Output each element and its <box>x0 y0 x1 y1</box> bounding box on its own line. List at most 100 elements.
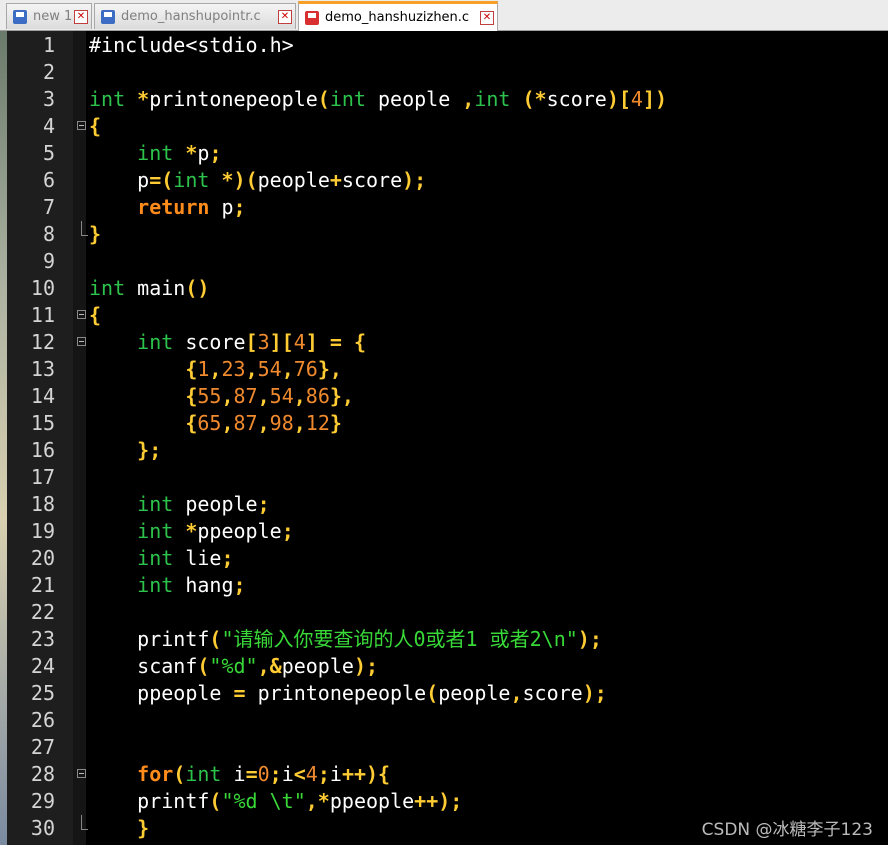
code-token: } <box>89 222 102 246</box>
code-line[interactable]: 14 {55,87,54,86}, <box>7 383 888 410</box>
code-line[interactable]: 18 int people; <box>7 491 888 518</box>
code-token: *)( <box>221 168 258 192</box>
tab-demo-hanshupointr[interactable]: demo_hanshupointr.c ✕ <box>94 3 296 29</box>
code-token: ++){ <box>341 762 391 786</box>
code-line[interactable]: 3 int *printonepeople(int people ,int (*s… <box>7 86 888 113</box>
close-icon[interactable]: ✕ <box>74 9 88 24</box>
code-line[interactable]: 29 printf("%d \t",*ppeople++); <box>7 788 888 815</box>
line-number: 30 <box>30 816 55 840</box>
code-text: { <box>89 113 101 140</box>
code-text: int people; <box>89 491 269 518</box>
line-number: 16 <box>30 438 55 462</box>
code-token: , <box>510 681 523 705</box>
code-token: { <box>185 411 198 435</box>
code-token: 23 <box>221 357 246 381</box>
code-token: i <box>281 762 294 786</box>
code-token: = <box>245 762 258 786</box>
code-token: [ <box>245 330 258 354</box>
code-token: i <box>329 762 342 786</box>
close-icon[interactable]: ✕ <box>278 9 292 24</box>
code-text: int main() <box>89 275 209 302</box>
code-token: 65 <box>197 411 222 435</box>
fold-collapse-icon[interactable] <box>77 769 86 778</box>
line-number: 20 <box>30 546 55 570</box>
tab-demo-hanshuzizhen[interactable]: demo_hanshuzizhen.c ✕ <box>298 1 498 31</box>
code-line[interactable]: 11 { <box>7 302 888 329</box>
code-token: ( <box>209 627 222 651</box>
code-text: int *ppeople; <box>89 518 294 545</box>
code-line[interactable]: 23 printf("请输入你要查询的人0或者1 或者2\n"); <box>7 626 888 653</box>
code-line[interactable]: 13 {1,23,54,76}, <box>7 356 888 383</box>
code-line[interactable]: 28 for(int i=0;i<4;i++){ <box>7 761 888 788</box>
line-number: 8 <box>42 222 55 246</box>
code-line[interactable]: 20 int lie; <box>7 545 888 572</box>
line-number: 1 <box>42 33 55 57</box>
code-text: scanf("%d",&people); <box>89 653 378 680</box>
code-line[interactable]: 15 {65,87,98,12} <box>7 410 888 437</box>
code-line[interactable]: 16 }; <box>7 437 888 464</box>
code-token: * <box>137 87 150 111</box>
code-line[interactable]: 4{ <box>7 113 888 140</box>
code-token: int <box>137 330 174 354</box>
code-token: people <box>281 654 354 678</box>
code-line[interactable]: 25 ppeople = printonepeople(people,score… <box>7 680 888 707</box>
code-token: { <box>89 114 102 138</box>
code-line[interactable]: 24 scanf("%d",&people); <box>7 653 888 680</box>
code-line[interactable]: 2 <box>7 59 888 86</box>
code-line[interactable]: 5 int *p; <box>7 140 888 167</box>
code-token: 0 <box>257 762 270 786</box>
code-line[interactable]: 21 int hang; <box>7 572 888 599</box>
code-token: people <box>173 492 258 516</box>
close-icon[interactable]: ✕ <box>480 10 494 25</box>
code-token: hang <box>173 573 234 597</box>
code-token: int <box>137 573 174 597</box>
code-token: ; <box>233 195 246 219</box>
fold-collapse-icon[interactable] <box>77 121 86 130</box>
code-text: { <box>89 302 101 329</box>
fold-collapse-icon[interactable] <box>77 310 86 319</box>
code-line[interactable]: 19 int *ppeople; <box>7 518 888 545</box>
code-line[interactable]: 27 <box>7 734 888 761</box>
code-token: ,* <box>305 789 330 813</box>
code-token: "%d" <box>209 654 258 678</box>
code-text: for(int i=0;i<4;i++){ <box>89 761 390 788</box>
fold-collapse-icon[interactable] <box>77 337 86 346</box>
fold-end-marker <box>81 815 88 830</box>
save-disk-icon <box>101 9 115 24</box>
code-line[interactable]: 7 return p; <box>7 194 888 221</box>
code-line[interactable]: 26 <box>7 707 888 734</box>
code-token: , <box>462 87 475 111</box>
code-line[interactable]: 10 int main() <box>7 275 888 302</box>
code-line[interactable]: 6 p=(int *)(people+score); <box>7 167 888 194</box>
code-token: ][ <box>269 330 294 354</box>
code-token: printf <box>89 627 210 651</box>
code-token: 4 <box>293 330 306 354</box>
code-token: , <box>221 411 234 435</box>
code-token: = <box>329 330 342 354</box>
code-token: } <box>137 816 150 840</box>
code-token: , <box>209 357 222 381</box>
code-line[interactable]: 9 <box>7 248 888 275</box>
tab-new-1[interactable]: new 1 ✕ <box>6 3 92 29</box>
code-text: ppeople = printonepeople(people,score); <box>89 680 607 707</box>
code-line[interactable]: 22 <box>7 599 888 626</box>
code-token: < <box>293 762 306 786</box>
code-token: , <box>281 357 294 381</box>
watermark: CSDN @冰糖李子123 <box>701 820 873 840</box>
code-token: int <box>137 546 174 570</box>
code-line[interactable]: 8} <box>7 221 888 248</box>
code-text: int lie; <box>89 545 233 572</box>
code-token: score <box>546 87 607 111</box>
line-number: 29 <box>30 789 55 813</box>
code-line[interactable]: 12 int score[3][4] = { <box>7 329 888 356</box>
code-token: int <box>137 141 174 165</box>
line-number: 28 <box>30 762 55 786</box>
code-line[interactable]: 17 <box>7 464 888 491</box>
code-token: scanf <box>89 654 198 678</box>
code-line[interactable]: 1 #include<stdio.h> <box>7 32 888 59</box>
